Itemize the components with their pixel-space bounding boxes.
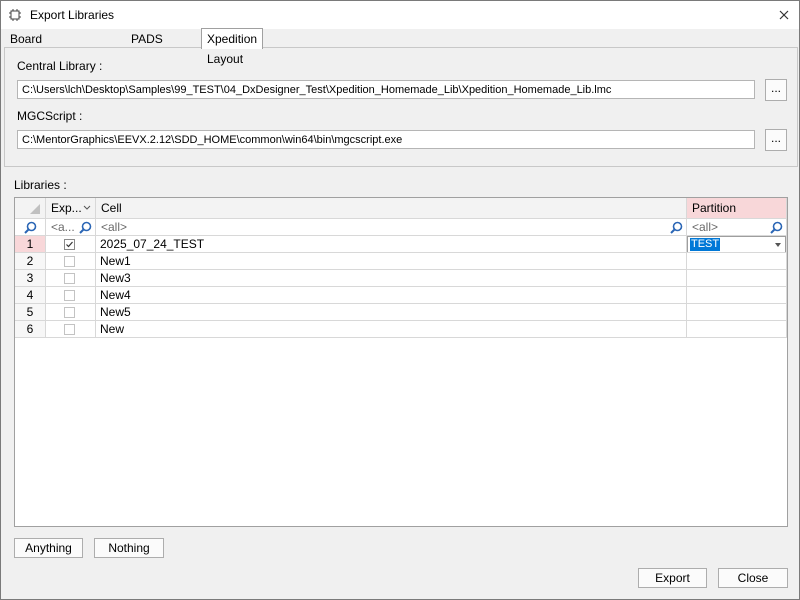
title-bar: Export Libraries — [1, 1, 799, 29]
partition-value[interactable]: TEST — [690, 238, 721, 251]
select-all-icon — [30, 204, 40, 214]
grid-corner[interactable] — [15, 198, 46, 219]
chevron-down-icon[interactable] — [83, 205, 91, 211]
export-button[interactable]: Export — [638, 568, 707, 588]
export-cell — [46, 270, 96, 287]
search-icon[interactable] — [79, 221, 92, 234]
partition-cell[interactable] — [687, 304, 787, 321]
export-libraries-window: Export Libraries Board Station Layout PA… — [0, 0, 800, 600]
search-icon — [24, 221, 37, 234]
tab-board-station-layout[interactable]: Board Station Layout — [4, 29, 53, 82]
chip-icon — [9, 9, 21, 21]
row-number[interactable]: 2 — [15, 253, 46, 270]
libraries-grid: Exp... Cell Partition <a... <all> <all> — [14, 197, 788, 527]
partition-cell[interactable]: TEST — [687, 236, 787, 253]
xpedition-layout-panel: Central Library : C:\Users\lch\Desktop\S… — [4, 47, 798, 167]
filter-partition-text: <all> — [692, 220, 719, 234]
export-checkbox[interactable] — [64, 307, 75, 318]
partition-cell[interactable] — [687, 270, 787, 287]
export-checkbox[interactable] — [64, 256, 75, 267]
filter-row-header — [15, 219, 46, 236]
table-row[interactable]: 4 New4 — [15, 287, 787, 304]
export-checkbox[interactable] — [64, 273, 75, 284]
row-number[interactable]: 1 — [15, 236, 46, 253]
table-row[interactable]: 3 New3 — [15, 270, 787, 287]
libraries-label: Libraries : — [14, 178, 67, 192]
grid-header: Exp... Cell Partition — [15, 198, 787, 219]
central-library-label: Central Library : — [17, 59, 103, 73]
close-icon[interactable] — [776, 7, 792, 23]
export-cell — [46, 304, 96, 321]
filter-cell-input[interactable]: <all> — [96, 219, 687, 236]
column-cell-header[interactable]: Cell — [96, 198, 687, 219]
row-number[interactable]: 3 — [15, 270, 46, 287]
central-library-browse-button[interactable]: ... — [765, 79, 787, 101]
checkmark-icon — [66, 241, 73, 248]
column-export-header[interactable]: Exp... — [46, 198, 96, 219]
partition-dropdown[interactable]: TEST — [687, 236, 786, 252]
cell-name[interactable]: New5 — [96, 304, 687, 321]
cell-name[interactable]: 2025_07_24_TEST — [96, 236, 687, 253]
partition-cell[interactable] — [687, 253, 787, 270]
export-cell — [46, 253, 96, 270]
tab-xpedition-layout[interactable]: Xpedition Layout — [201, 28, 264, 66]
export-cell — [46, 321, 96, 338]
row-number[interactable]: 6 — [15, 321, 46, 338]
table-row[interactable]: 2 New1 — [15, 253, 787, 270]
column-partition-header[interactable]: Partition — [687, 198, 787, 219]
row-number[interactable]: 4 — [15, 287, 46, 304]
export-cell — [46, 287, 96, 304]
export-checkbox[interactable] — [64, 290, 75, 301]
filter-export-input[interactable]: <a... — [46, 219, 96, 236]
export-checkbox[interactable] — [64, 324, 75, 335]
cell-name[interactable]: New3 — [96, 270, 687, 287]
cell-name[interactable]: New1 — [96, 253, 687, 270]
search-icon[interactable] — [770, 221, 783, 234]
export-cell — [46, 236, 96, 253]
window-title: Export Libraries — [30, 8, 115, 22]
tab-pads-layout[interactable]: PADS Layout — [125, 29, 173, 64]
search-icon[interactable] — [670, 221, 683, 234]
table-row[interactable]: 1 2025_07_24_TEST TEST — [15, 236, 787, 253]
column-export-label: Exp... — [51, 201, 82, 215]
mgcscript-browse-button[interactable]: ... — [765, 129, 787, 151]
table-row[interactable]: 5 New5 — [15, 304, 787, 321]
central-library-input[interactable]: C:\Users\lch\Desktop\Samples\99_TEST\04_… — [17, 80, 755, 99]
partition-cell[interactable] — [687, 287, 787, 304]
export-checkbox[interactable] — [64, 239, 75, 250]
grid-filter-row: <a... <all> <all> — [15, 219, 787, 236]
cell-name[interactable]: New — [96, 321, 687, 338]
table-row[interactable]: 6 New — [15, 321, 787, 338]
partition-cell[interactable] — [687, 321, 787, 338]
nothing-button[interactable]: Nothing — [94, 538, 164, 558]
chevron-down-icon[interactable] — [775, 243, 781, 247]
close-button[interactable]: Close — [718, 568, 788, 588]
row-number[interactable]: 5 — [15, 304, 46, 321]
mgcscript-input[interactable]: C:\MentorGraphics\EEVX.2.12\SDD_HOME\com… — [17, 130, 755, 149]
filter-partition-input[interactable]: <all> — [687, 219, 787, 236]
mgcscript-label: MGCScript : — [17, 109, 83, 123]
filter-cell-text: <all> — [101, 220, 128, 234]
anything-button[interactable]: Anything — [14, 538, 83, 558]
cell-name[interactable]: New4 — [96, 287, 687, 304]
filter-export-text: <a... — [51, 220, 75, 234]
